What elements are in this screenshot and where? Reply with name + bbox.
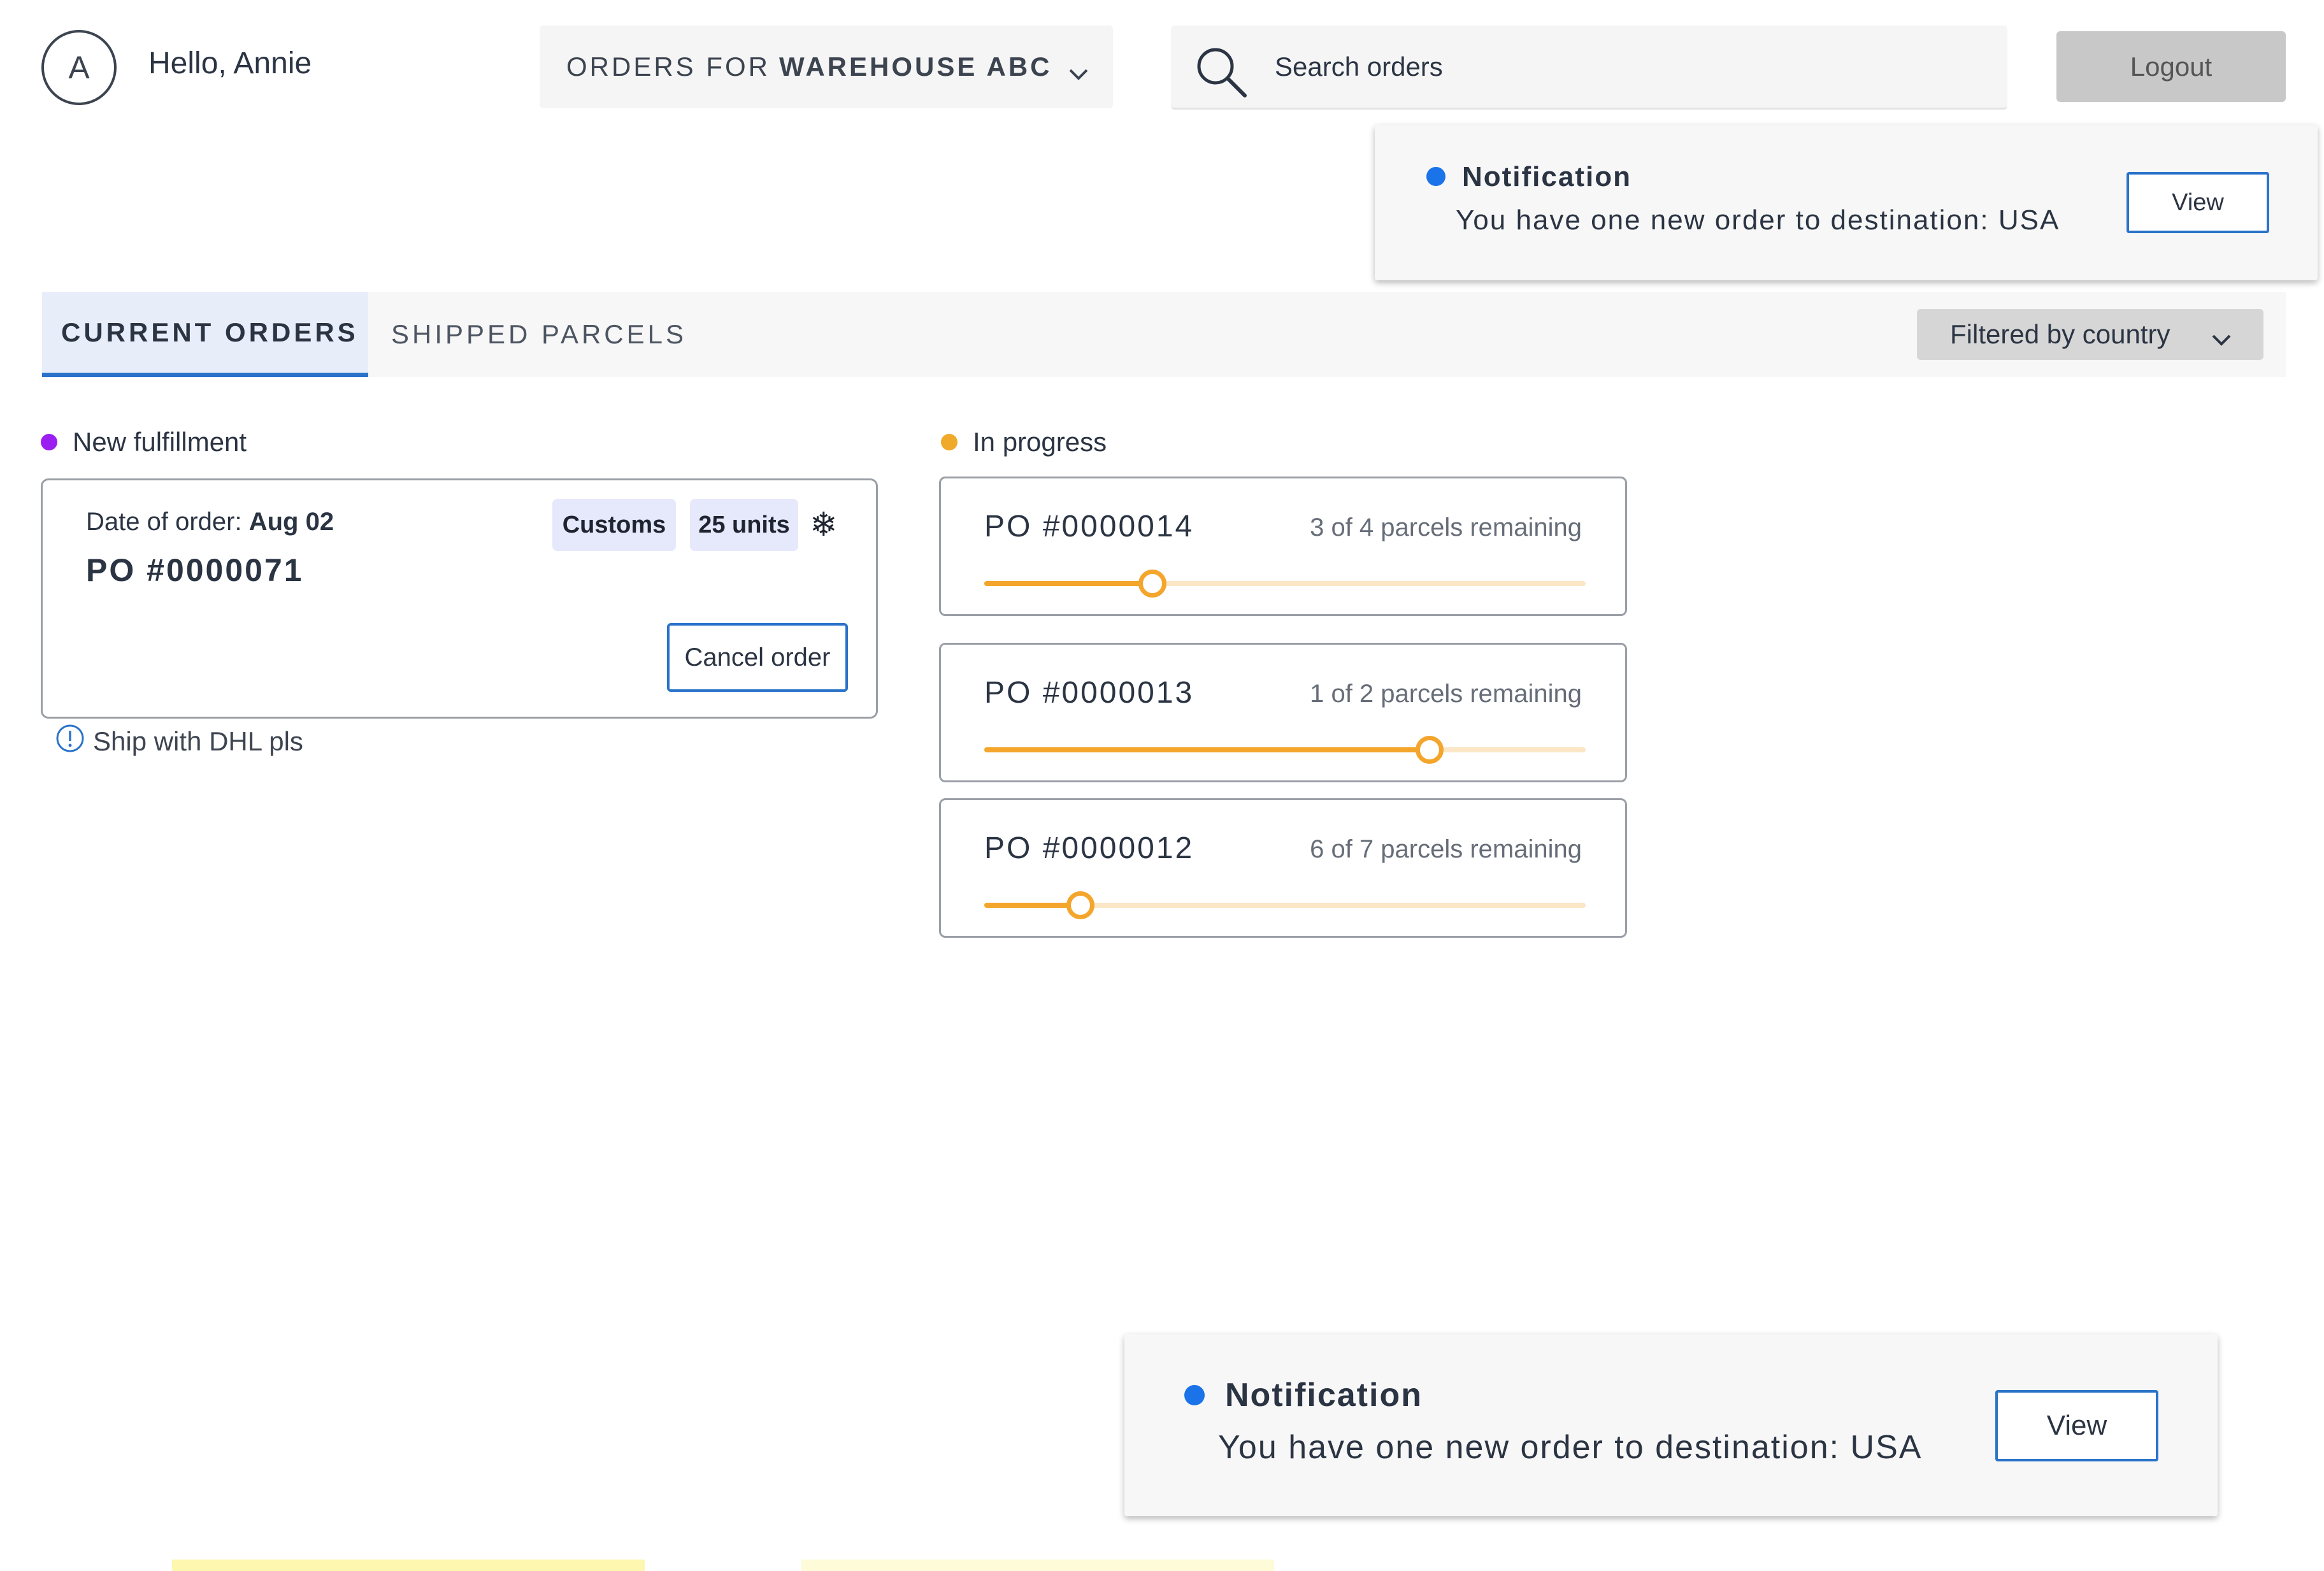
progress-card[interactable]: PO #0000014 3 of 4 parcels remaining	[939, 477, 1627, 616]
order-note: Ship with DHL pls	[55, 723, 303, 760]
tab-current-orders[interactable]: CURRENT ORDERS	[42, 292, 368, 377]
notification-title: Notification	[1225, 1377, 1423, 1414]
notification-title: Notification	[1462, 161, 1632, 192]
warehouse-prefix: ORDERS FOR	[566, 52, 771, 82]
logout-button[interactable]: Logout	[2056, 31, 2286, 102]
po-number: PO #0000012	[984, 831, 1194, 865]
highlight-strip	[172, 1560, 645, 1571]
po-number: PO #0000014	[984, 510, 1194, 543]
progress-bar	[984, 891, 1586, 919]
chevron-down-icon	[2211, 323, 2232, 354]
notification-message: You have one new order to destination: U…	[1456, 204, 2060, 236]
highlight-strip	[801, 1560, 1274, 1571]
status-dot	[941, 434, 958, 450]
progress-fill	[984, 581, 1153, 586]
column-header-new: New fulfillment	[41, 427, 247, 457]
po-number: PO #0000013	[984, 676, 1194, 710]
progress-bar	[984, 736, 1586, 764]
notification-dot	[1426, 167, 1445, 186]
snowflake-icon: ❄	[810, 506, 838, 543]
progress-handle[interactable]	[1066, 891, 1095, 919]
view-button[interactable]: View	[2127, 172, 2269, 233]
column-header-in-progress: In progress	[941, 427, 1107, 457]
progress-handle[interactable]	[1138, 570, 1167, 598]
cancel-order-button[interactable]: Cancel order	[667, 623, 848, 692]
po-number: PO #0000071	[86, 552, 304, 588]
progress-bar	[984, 570, 1586, 598]
notification-toast: Notification You have one new order to d…	[1124, 1334, 2218, 1516]
progress-fill	[984, 747, 1430, 752]
notification-message: You have one new order to destination: U…	[1218, 1429, 1923, 1466]
progress-card[interactable]: PO #0000012 6 of 7 parcels remaining	[939, 798, 1627, 938]
column-title: New fulfillment	[73, 427, 247, 457]
filter-label: Filtered by country	[1950, 319, 2170, 349]
avatar[interactable]: A	[41, 30, 117, 105]
parcels-remaining: 3 of 4 parcels remaining	[1310, 513, 1582, 542]
date-label: Date of order:	[86, 508, 242, 536]
notification-toast: Notification You have one new order to d…	[1375, 125, 2318, 280]
order-date: Date of order: Aug 02	[86, 508, 334, 536]
progress-card[interactable]: PO #0000013 1 of 2 parcels remaining	[939, 643, 1627, 782]
status-dot	[41, 434, 57, 450]
info-icon	[55, 723, 85, 760]
warehouse-name: WAREHOUSE ABC	[779, 52, 1052, 82]
search-input[interactable]	[1275, 45, 1976, 89]
units-badge: 25 units	[690, 499, 798, 551]
search-icon[interactable]	[1194, 45, 1249, 103]
note-text: Ship with DHL pls	[93, 726, 303, 756]
notification-dot	[1184, 1385, 1205, 1405]
avatar-initial: A	[68, 50, 90, 85]
date-value: Aug 02	[248, 508, 334, 536]
order-card[interactable]: Date of order: Aug 02 PO #0000071 Custom…	[41, 478, 878, 719]
column-title: In progress	[973, 427, 1107, 457]
parcels-remaining: 6 of 7 parcels remaining	[1310, 835, 1582, 863]
tabs-bar: CURRENT ORDERS SHIPPED PARCELS Filtered …	[42, 292, 2286, 377]
search-bar	[1171, 25, 2007, 110]
tab-shipped-parcels[interactable]: SHIPPED PARCELS	[391, 292, 687, 377]
chevron-down-icon	[1068, 57, 1089, 88]
parcels-remaining: 1 of 2 parcels remaining	[1310, 680, 1582, 708]
country-filter-select[interactable]: Filtered by country	[1917, 309, 2263, 360]
view-button[interactable]: View	[1995, 1390, 2158, 1461]
customs-badge: Customs	[552, 499, 676, 551]
greeting: Hello, Annie	[148, 47, 312, 80]
progress-handle[interactable]	[1415, 736, 1444, 764]
warehouse-select[interactable]: ORDERS FOR WAREHOUSE ABC	[540, 25, 1113, 108]
